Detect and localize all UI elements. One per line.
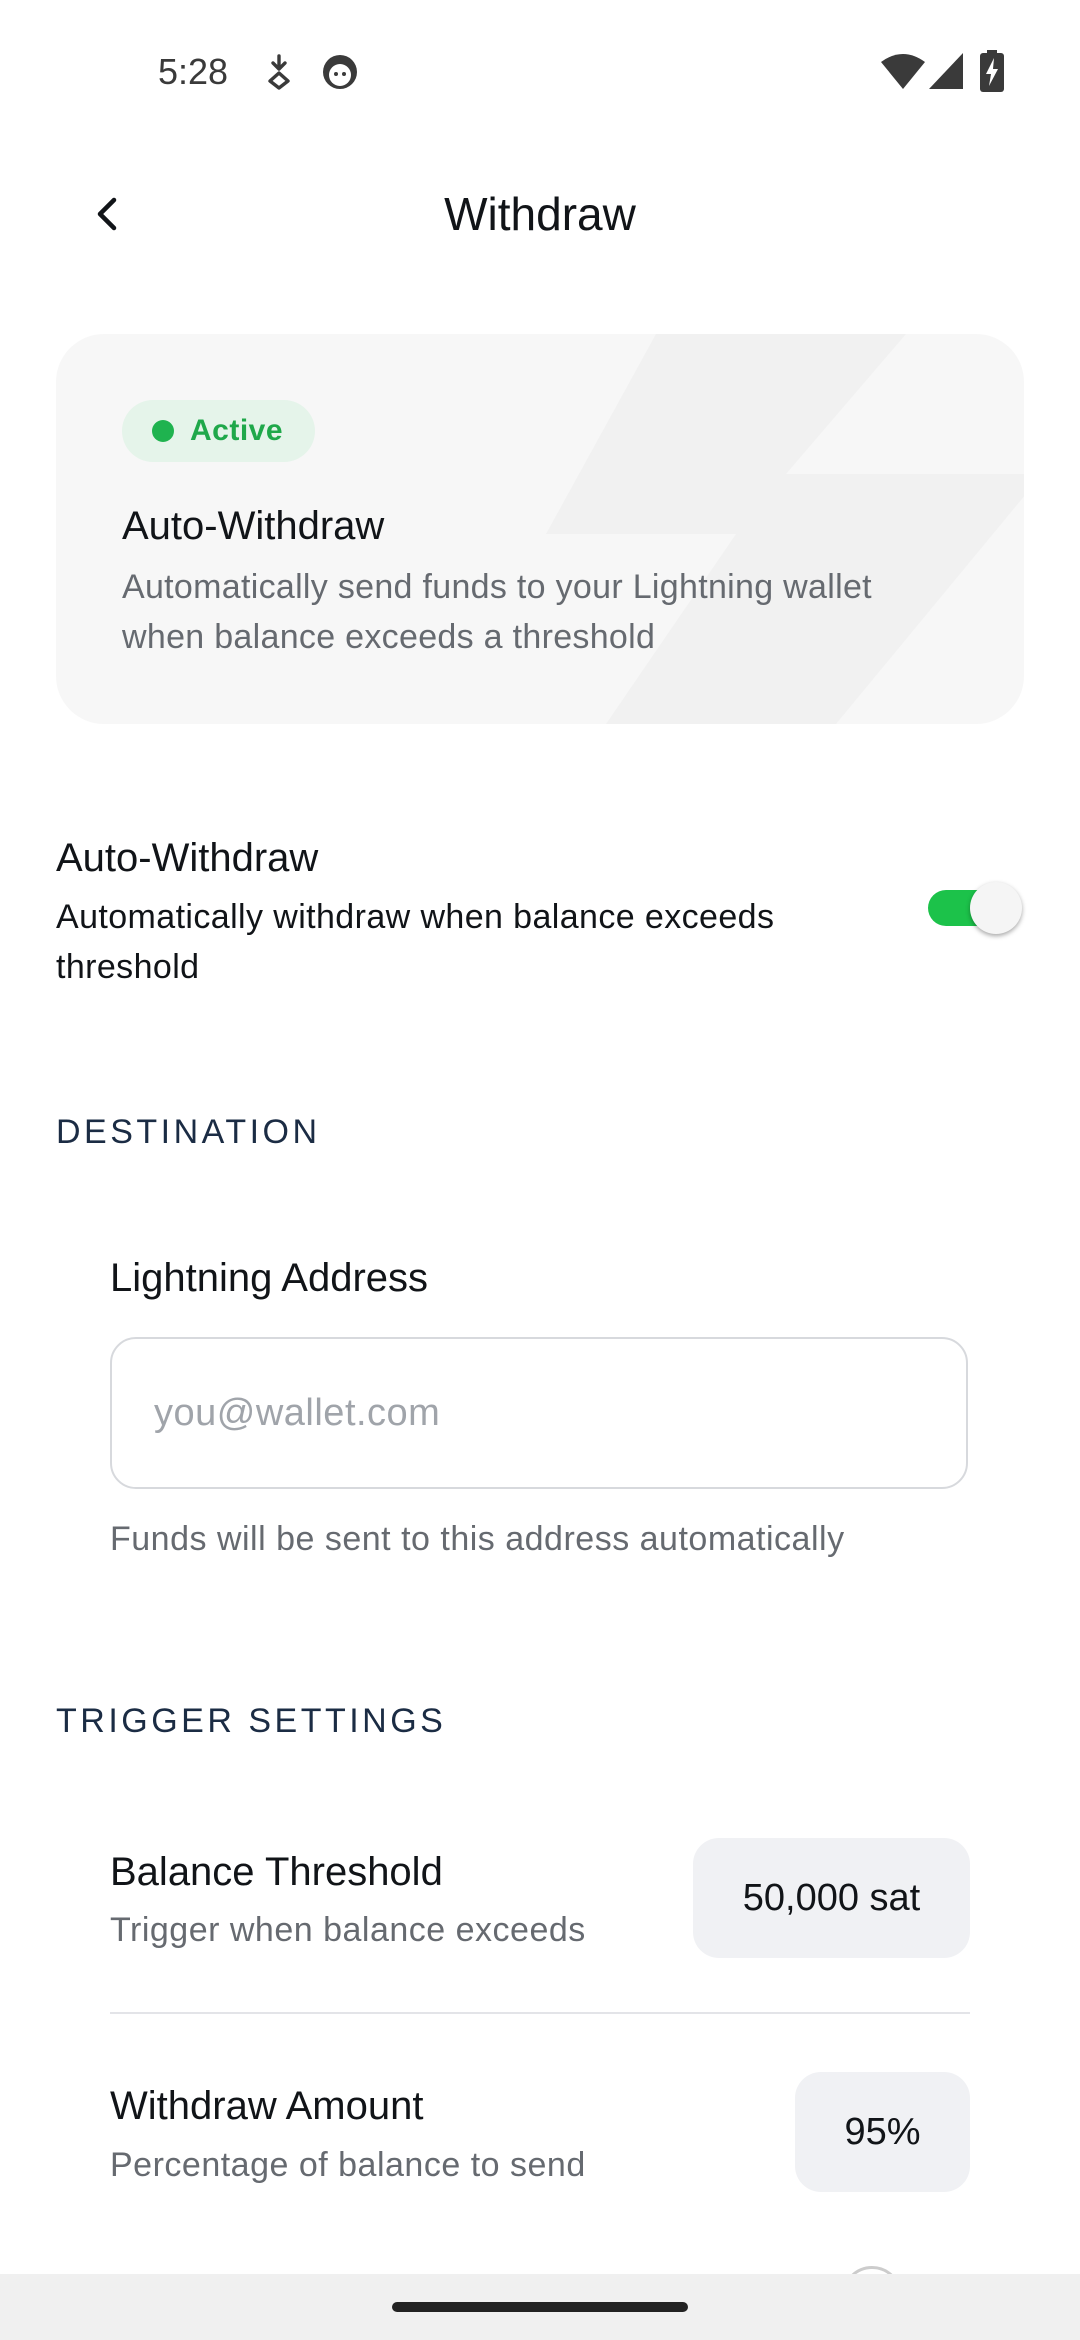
balance-threshold-description: Trigger when balance exceeds xyxy=(110,1911,586,1949)
lightning-address-helper: Funds will be sent to this address autom… xyxy=(110,1520,845,1558)
lightning-address-label: Lightning Address xyxy=(110,1256,429,1300)
balance-threshold-title: Balance Threshold xyxy=(110,1850,443,1894)
battery-charging-icon xyxy=(980,50,1004,92)
withdraw-amount-value-button[interactable]: 95% xyxy=(795,2072,970,2192)
auto-withdraw-info-card: Active Auto-Withdraw Automatically send … xyxy=(56,334,1024,724)
wifi-icon xyxy=(880,52,926,90)
download-sync-icon xyxy=(264,54,294,90)
lightning-address-input[interactable] xyxy=(110,1337,968,1489)
divider xyxy=(110,2012,970,2014)
auto-withdraw-toggle-description: Automatically withdraw when balance exce… xyxy=(56,898,775,986)
page-title: Withdraw xyxy=(444,188,636,240)
auto-withdraw-switch[interactable] xyxy=(928,882,1022,934)
signal-icon xyxy=(928,52,964,90)
status-badge: Active xyxy=(122,400,316,462)
home-gesture-handle[interactable] xyxy=(392,2302,688,2312)
trigger-settings-section-title: TRIGGER SETTINGS xyxy=(56,1702,447,1740)
status-dot xyxy=(152,420,174,442)
destination-section-title: DESTINATION xyxy=(56,1113,321,1151)
auto-withdraw-toggle-title: Auto-Withdraw xyxy=(56,836,319,880)
status-badge-label: Active xyxy=(190,414,284,447)
status-time: 5:28 xyxy=(158,51,229,92)
switch-thumb xyxy=(970,882,1022,934)
withdraw-amount-description: Percentage of balance to send xyxy=(110,2146,586,2184)
info-card-title: Auto-Withdraw xyxy=(122,504,385,548)
info-card-description: Automatically send funds to your Lightni… xyxy=(122,568,872,656)
withdraw-amount-title: Withdraw Amount xyxy=(110,2084,424,2128)
balance-threshold-value-button[interactable]: 50,000 sat xyxy=(693,1838,970,1958)
face-icon xyxy=(322,54,358,90)
lightning-watermark-icon xyxy=(546,334,1024,724)
